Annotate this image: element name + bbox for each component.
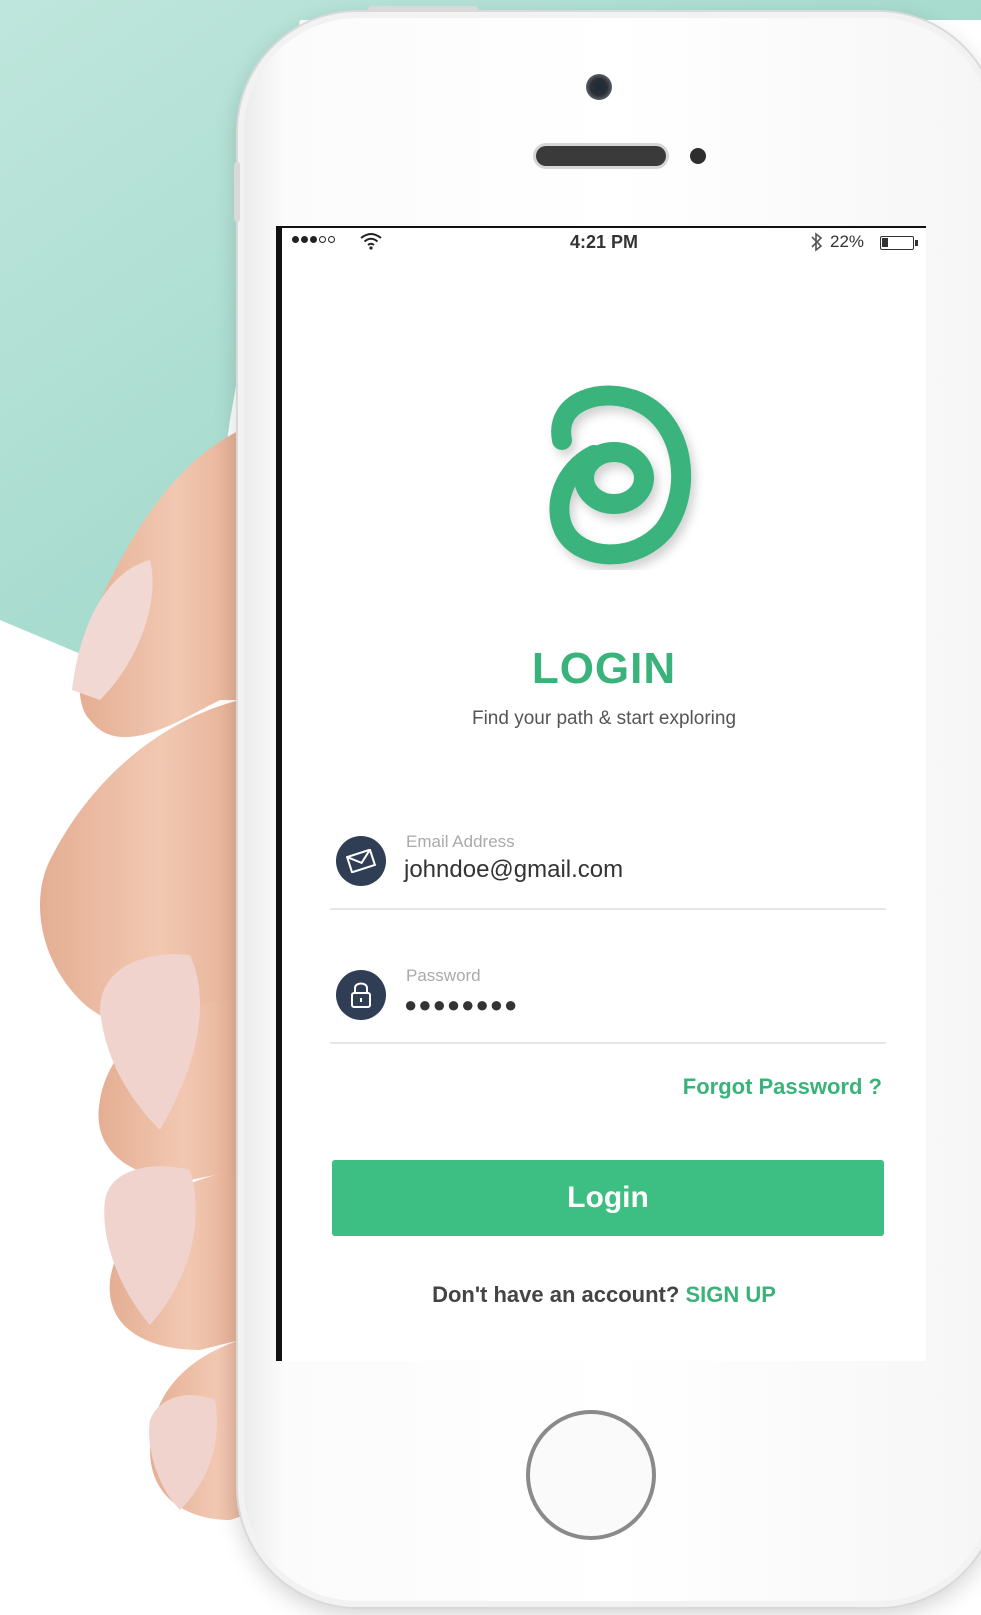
page-title: LOGIN bbox=[531, 644, 677, 693]
phone-screen: 4:21 PM 22% LOGIN Find your path & start… bbox=[276, 226, 926, 1361]
proximity-sensor bbox=[690, 148, 706, 164]
password-input[interactable]: ●●●●●●●● bbox=[404, 992, 518, 1018]
app-logo-icon bbox=[549, 385, 692, 565]
bluetooth-icon bbox=[811, 232, 823, 252]
battery-icon bbox=[880, 236, 914, 250]
page-subtitle: Find your path & start exploring bbox=[471, 708, 737, 729]
email-label: Email Address bbox=[406, 832, 515, 851]
status-bar: 4:21 PM 22% bbox=[282, 228, 926, 258]
login-button[interactable]: Login bbox=[332, 1160, 884, 1236]
password-label: Password bbox=[406, 966, 481, 985]
earpiece-speaker bbox=[536, 146, 666, 166]
lock-icon bbox=[336, 970, 386, 1020]
email-input[interactable]: johndoe@gmail.com bbox=[404, 856, 623, 884]
battery-percent: 22% bbox=[830, 232, 865, 251]
forgot-password-link[interactable]: Forgot Password ? bbox=[683, 1074, 882, 1100]
power-button bbox=[368, 6, 478, 12]
password-field[interactable]: Password ●●●●●●●● bbox=[330, 962, 886, 1044]
battery-tip bbox=[915, 240, 918, 246]
front-camera bbox=[586, 74, 612, 100]
envelope-icon bbox=[336, 836, 386, 886]
email-field[interactable]: Email Address johndoe@gmail.com bbox=[330, 828, 886, 910]
signup-row: Don't have an account? SIGN UP bbox=[282, 1282, 926, 1308]
signup-link[interactable]: SIGN UP bbox=[685, 1282, 775, 1307]
volume-button bbox=[234, 162, 240, 222]
signup-prompt: Don't have an account? bbox=[432, 1282, 686, 1307]
home-button[interactable] bbox=[526, 1410, 656, 1540]
